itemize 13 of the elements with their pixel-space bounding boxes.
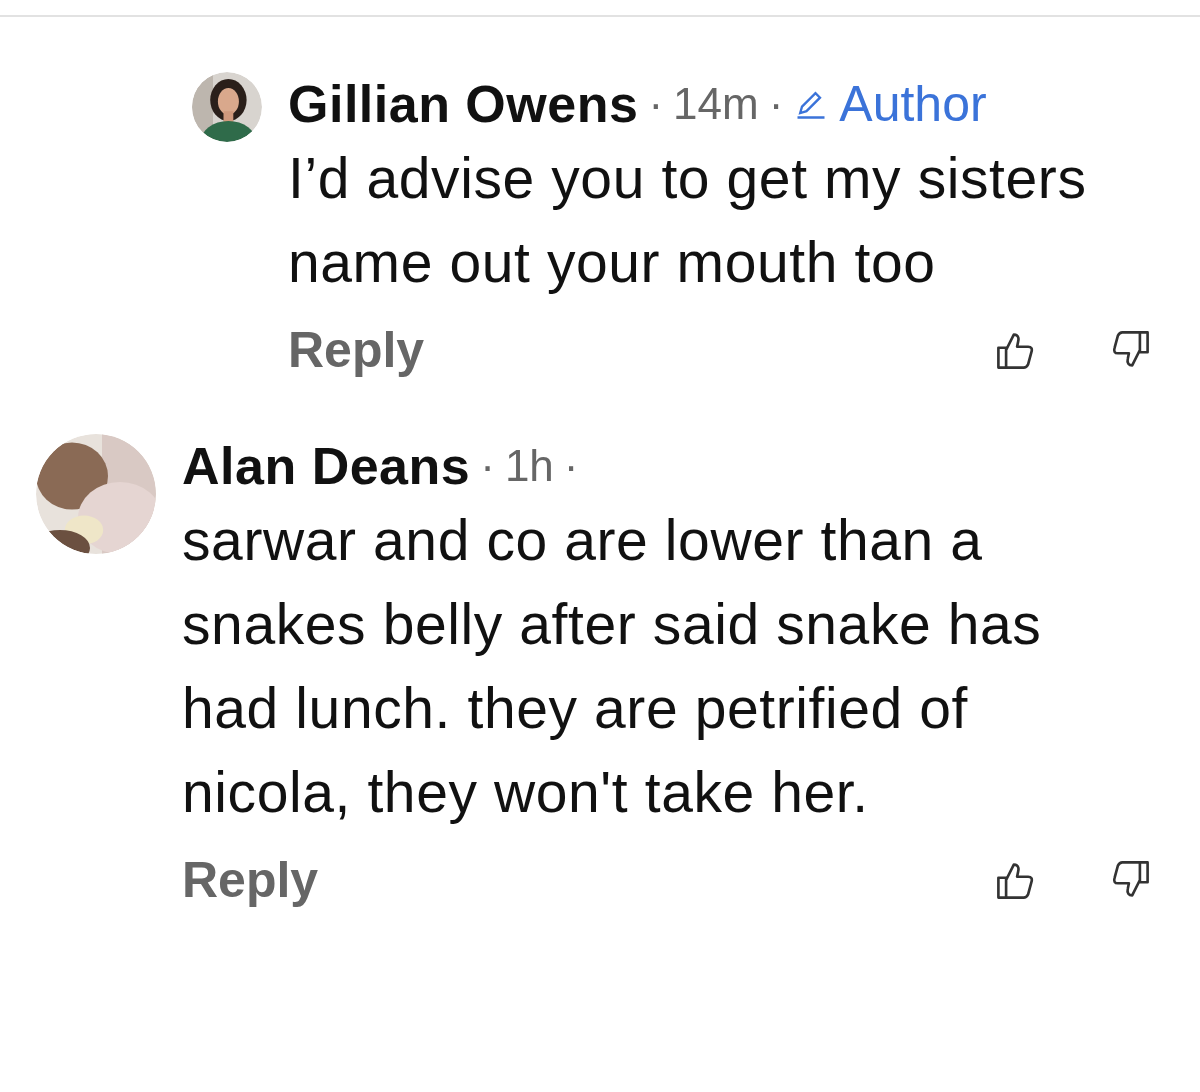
- separator-dot: ·: [563, 441, 579, 491]
- reply-link[interactable]: Reply: [182, 851, 319, 909]
- timestamp: 14m: [673, 79, 759, 129]
- reply-link[interactable]: Reply: [288, 321, 425, 379]
- comment-text: sarwar and co are lower than a snakes belly after said snake has had lunch. they are petrified of nicola, they won't take her.: [182, 507, 1043, 826]
- author-name[interactable]: Gillian Owens: [288, 74, 639, 134]
- separator-dot: ·: [648, 79, 664, 129]
- separator-dot: ·: [480, 441, 495, 491]
- separator-dot: ·: [768, 79, 784, 129]
- author-name[interactable]: Alan Deans: [182, 436, 471, 496]
- comment-text: I’d advise you to get my sisters name out your mouth too: [288, 145, 1088, 296]
- timestamp: 1h: [504, 441, 554, 491]
- author-label: Author: [839, 75, 987, 133]
